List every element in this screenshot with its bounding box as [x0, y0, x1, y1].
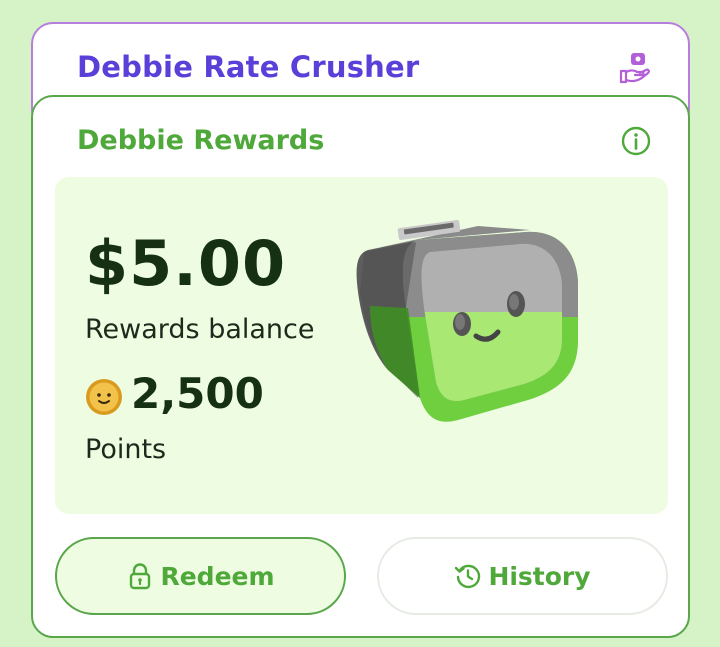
redeem-label: Redeem — [160, 561, 275, 591]
coin-face-icon — [86, 379, 122, 415]
info-icon[interactable] — [620, 125, 652, 157]
rewards-title: Debbie Rewards — [77, 125, 325, 156]
lock-icon — [130, 563, 151, 590]
rate-crusher-title: Debbie Rate Crusher — [77, 50, 420, 84]
rewards-balance-label: Rewards balance — [85, 314, 315, 345]
hand-with-coin-icon[interactable] — [618, 51, 652, 85]
rewards-summary-panel: $5.00 Rewards balance 2,500 Points — [55, 177, 668, 514]
history-label: History — [488, 561, 591, 591]
history-icon — [455, 564, 481, 589]
points-value: 2,500 — [131, 369, 264, 418]
redeem-button[interactable]: Redeem — [55, 537, 346, 615]
points-label: Points — [85, 434, 167, 465]
rewards-balance-value: $5.00 — [85, 227, 287, 300]
history-button[interactable]: History — [377, 537, 668, 615]
piggy-bank-mascot — [356, 220, 579, 422]
rewards-card: Debbie Rewards $5.00 Rewards balance 2,5… — [31, 95, 690, 638]
